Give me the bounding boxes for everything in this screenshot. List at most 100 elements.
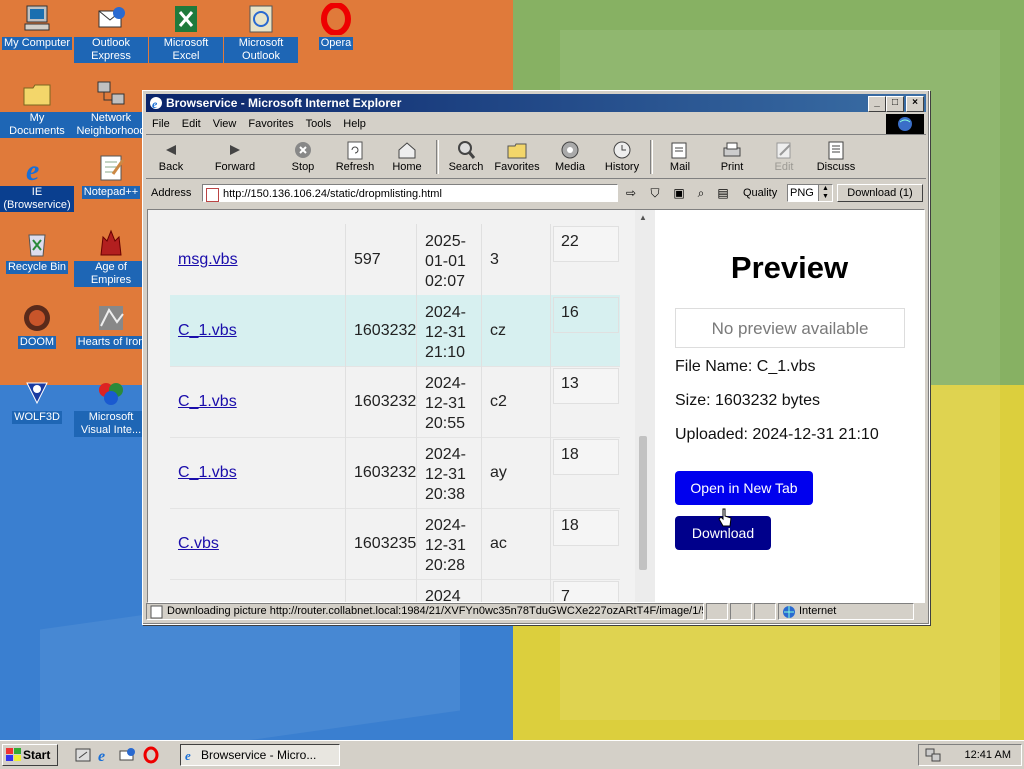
page-zoom-icon[interactable]: ▣ (670, 184, 688, 202)
desktop-icon-label: Microsoft Outlook (224, 37, 298, 63)
edit-button[interactable]: Edit (759, 138, 809, 176)
desktop-icon-wolf3d[interactable]: WOLF3D (0, 377, 74, 424)
window-titlebar[interactable]: e Browservice - Microsoft Internet Explo… (146, 94, 926, 112)
desktop-icon-recycle-bin[interactable]: Recycle Bin (0, 227, 74, 274)
open-in-new-tab-button[interactable]: Open in New Tab (675, 471, 813, 505)
scrollbar-thumb[interactable] (639, 436, 647, 570)
file-size: 597 (354, 251, 381, 268)
desktop-icon-hearts-of-iron[interactable]: Hearts of Iron (74, 302, 148, 349)
taskbar-item-label: Browservice - Micro... (201, 748, 317, 762)
minimize-button[interactable]: _ (868, 96, 886, 112)
table-row[interactable]: C.vbs 1603235 2024- 12-31 20:28 ac 18 (170, 508, 620, 580)
recycle-bin-icon (21, 227, 53, 259)
file-listing-pane[interactable]: msg.vbs 597 2025- 01-01 02:07 3 22 C_1.vbs… (148, 210, 651, 602)
address-url: http://150.136.106.24/static/dropmlistin… (223, 188, 442, 200)
desktop-icon-age-of-empires[interactable]: Age of Empires (74, 227, 148, 287)
preview-title: Preview (730, 250, 849, 285)
menu-favorites[interactable]: Favorites (248, 118, 293, 130)
media-label: Media (555, 161, 585, 173)
desktop-icon-label: My Documents (0, 112, 74, 138)
mail-button[interactable]: Mail (655, 138, 705, 176)
edit-icon (773, 140, 795, 160)
home-button[interactable]: Home (382, 138, 432, 176)
menu-tools[interactable]: Tools (306, 118, 332, 130)
file-link[interactable]: msg.vbs (178, 251, 238, 269)
file-link[interactable]: C_1.vbs (178, 464, 237, 482)
print-button[interactable]: Print (707, 138, 757, 176)
table-row[interactable]: C_1.vbs 1603232 2024- 12-31 20:38 ay 18 (170, 437, 620, 509)
desktop-icon-notepad-plus-plus[interactable]: Notepad++ (74, 152, 148, 199)
table-row[interactable]: msg.vbs 597 2025- 01-01 02:07 3 22 (170, 224, 620, 296)
outlook-express-quicklaunch-icon[interactable] (118, 746, 136, 764)
desktop-icon-doom[interactable]: DOOM (0, 302, 74, 349)
go-arrow-icon[interactable]: ⇨ (622, 184, 640, 202)
scroll-up-arrow-icon[interactable]: ▲ (635, 210, 651, 226)
favorites-button[interactable]: Favorites (492, 138, 542, 176)
desktop-icon-outlook-express[interactable]: Outlook Express (74, 3, 148, 63)
file-link[interactable]: C_1.vbs (178, 322, 237, 340)
internet-explorer-icon: e (184, 748, 198, 768)
history-button[interactable]: History (597, 138, 647, 176)
desktop-icon-label: Hearts of Iron (75, 336, 147, 349)
internet-explorer-icon: e (21, 152, 53, 187)
menu-help[interactable]: Help (343, 118, 366, 130)
menu-file[interactable]: File (152, 118, 170, 130)
table-row-selected[interactable]: C_1.vbs 1603232 2024- 12-31 21:10 cz 16 (170, 295, 620, 367)
mail-label: Mail (669, 161, 691, 173)
close-button[interactable]: × (906, 96, 924, 112)
desktop-icon-visual-interdev[interactable]: Microsoft Visual Inte... (74, 377, 148, 437)
file-count: 13 (553, 368, 619, 404)
stop-button[interactable]: Stop (278, 138, 328, 176)
back-label: Back (158, 161, 184, 173)
status-panel (706, 603, 728, 620)
bookmark-icon[interactable]: ⛉ (646, 184, 664, 202)
file-size: 1603232 (354, 393, 417, 410)
table-row[interactable]: C_1.vbs 1603232 2024- 12-31 20:55 c2 13 (170, 366, 620, 438)
file-link[interactable]: C.vbs (178, 535, 219, 553)
maximize-button[interactable]: □ (886, 96, 904, 112)
network-tray-icon[interactable] (925, 747, 941, 766)
show-desktop-icon[interactable] (74, 746, 92, 764)
quality-select[interactable]: PNG ▲ ▼ (787, 184, 833, 202)
desktop-icon-network-neighborhood[interactable]: Network Neighborhood (74, 78, 148, 138)
internet-explorer-quicklaunch-icon[interactable]: e (96, 746, 114, 765)
menu-bar: File Edit View Favorites Tools Help (146, 114, 926, 135)
desktop-icon-excel[interactable]: Microsoft Excel (149, 3, 223, 63)
start-button[interactable]: Start (2, 744, 58, 766)
desktop-icon-my-computer[interactable]: My Computer (0, 3, 74, 50)
download-counter-button[interactable]: Download (1) (837, 184, 923, 202)
taskbar: Start e e Browservice - Micro... 12:41 A… (0, 740, 1024, 769)
taskbar-item-browservice[interactable]: e Browservice - Micro... (180, 744, 340, 766)
desktop-icon-label: Notepad++ (81, 186, 141, 199)
desktop-icon-ie-browservice[interactable]: e IE (Browservice) (0, 152, 74, 212)
media-button[interactable]: Media (545, 138, 595, 176)
desktop-icon-opera[interactable]: Opera (299, 2, 373, 50)
preview-pane: Preview No preview available File Name: … (655, 210, 924, 602)
desktop-icon-label: IE (Browservice) (0, 186, 74, 212)
find-icon[interactable]: ⌕ (692, 184, 710, 202)
search-button[interactable]: Search (441, 138, 491, 176)
table-row[interactable]: 2024 7 (170, 579, 620, 602)
clock[interactable]: 12:41 AM (965, 749, 1011, 761)
file-date: 2024- 12-31 20:55 (425, 375, 466, 432)
page-loading-icon (150, 605, 164, 619)
desktop-icon-outlook[interactable]: Microsoft Outlook (224, 3, 298, 63)
address-input[interactable]: http://150.136.106.24/static/dropmlistin… (202, 184, 618, 202)
listing-scrollbar[interactable]: ▲ (635, 210, 651, 602)
status-text: Downloading picture http://router.collab… (146, 603, 704, 620)
quality-spinner-icon[interactable]: ▲ ▼ (818, 185, 832, 201)
desktop-icon-my-documents[interactable]: My Documents (0, 78, 74, 138)
forward-button[interactable]: Forward (210, 138, 260, 176)
excel-icon (170, 3, 202, 35)
refresh-button[interactable]: Refresh (330, 138, 380, 176)
menu-edit[interactable]: Edit (182, 118, 201, 130)
menu-view[interactable]: View (213, 118, 237, 130)
file-link[interactable]: C_1.vbs (178, 393, 237, 411)
discuss-button[interactable]: Discuss (811, 138, 861, 176)
address-label: Address (151, 187, 192, 199)
clipboard-icon[interactable]: ▤ (714, 184, 732, 202)
back-button[interactable]: Back (146, 138, 196, 176)
edit-label: Edit (774, 161, 794, 173)
address-bar: Address http://150.136.106.24/static/dro… (146, 181, 926, 205)
opera-quicklaunch-icon[interactable] (142, 746, 160, 764)
